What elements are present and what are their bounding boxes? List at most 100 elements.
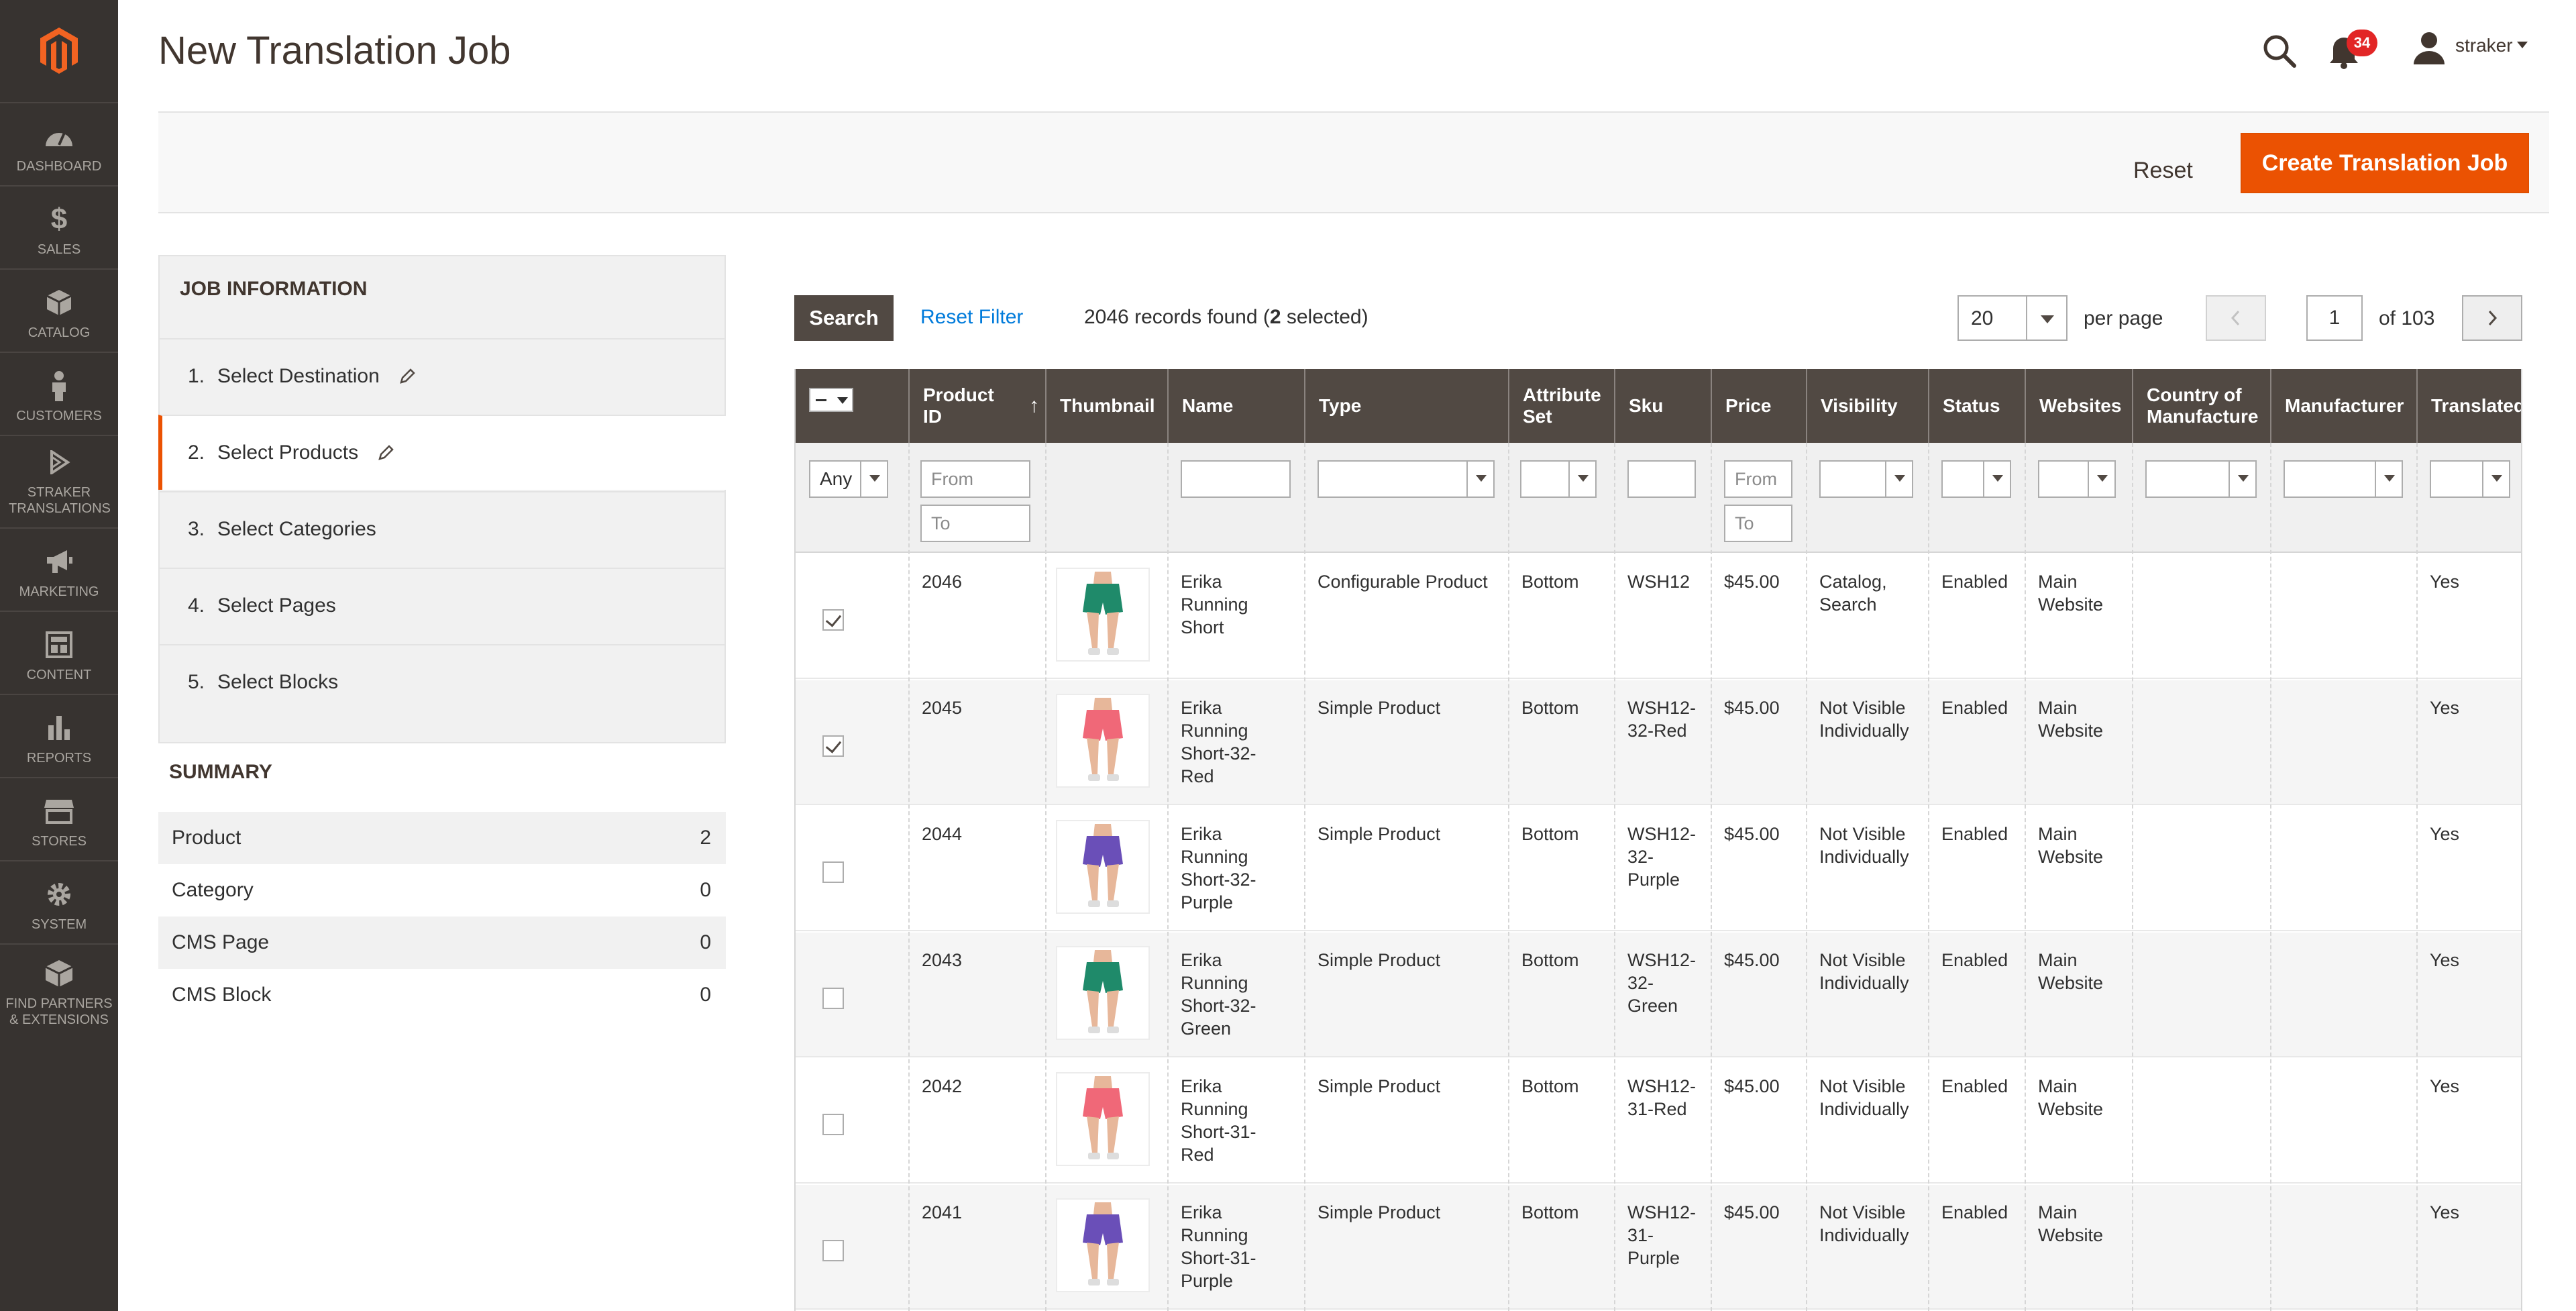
reset-button[interactable]: Reset — [2123, 150, 2204, 191]
nav-stores[interactable]: STORES — [0, 777, 118, 859]
summary-row-product: Product 2 — [158, 812, 726, 864]
nav-reports-label: REPORTS — [26, 751, 92, 766]
cell-sku: WSH12-31-Purple — [1627, 1202, 1697, 1268]
column-divider — [1508, 443, 1509, 1311]
step-select-categories[interactable]: 3. Select Categories — [158, 491, 726, 566]
cell-attribute-set: Bottom — [1521, 950, 1579, 970]
filter-country[interactable] — [2145, 460, 2257, 498]
table-row[interactable]: 2041 Erika Running Short-31-Purple Simple … — [796, 1185, 2521, 1310]
row-checkbox[interactable] — [822, 861, 844, 883]
column-divider — [2416, 443, 2418, 1311]
column-status[interactable]: Status — [1928, 369, 2025, 443]
cell-name: Erika Running Short-31-Purple — [1181, 1202, 1256, 1291]
notification-badge[interactable]: 34 — [2347, 30, 2377, 56]
row-checkbox[interactable] — [822, 609, 844, 631]
search-button[interactable]: Search — [794, 295, 894, 341]
filter-translated[interactable] — [2430, 460, 2510, 498]
create-translation-job-button[interactable]: Create Translation Job — [2241, 133, 2529, 193]
row-checkbox[interactable] — [822, 1114, 844, 1135]
nav-straker[interactable]: STRAKER TRANSLATIONS — [0, 435, 118, 526]
chevron-down-icon[interactable] — [2517, 42, 2528, 48]
column-type[interactable]: Type — [1304, 369, 1508, 443]
nav-reports[interactable]: REPORTS — [0, 694, 118, 776]
filter-visibility[interactable] — [1819, 460, 1913, 498]
pencil-icon[interactable] — [398, 368, 416, 385]
pencil-icon[interactable] — [377, 444, 394, 462]
cell-sku: WSH12-32-Purple — [1627, 824, 1697, 890]
chevron-left-icon — [2231, 310, 2240, 326]
table-row[interactable]: 2042 Erika Running Short-31-Red Simple Pro… — [796, 1059, 2521, 1184]
row-checkbox[interactable] — [822, 735, 844, 757]
cell-type: Simple Product — [1318, 1202, 1441, 1222]
column-country[interactable]: Country of Manufacture — [2132, 369, 2270, 443]
sort-arrow-up-icon[interactable]: ↑ — [1029, 395, 1039, 417]
column-label: Attribute Set — [1523, 384, 1601, 427]
table-row[interactable]: 2043 Erika Running Short-32-Green Simple P… — [796, 933, 2521, 1057]
filter-sku[interactable] — [1627, 460, 1696, 498]
chevron-down-icon — [1983, 462, 2010, 496]
summary-value: 0 — [700, 879, 711, 901]
filter-websites[interactable] — [2038, 460, 2116, 498]
per-page-divider — [2026, 297, 2027, 339]
nav-catalog[interactable]: CATALOG — [0, 268, 118, 350]
cell-type: Simple Product — [1318, 1076, 1441, 1096]
column-divider — [1928, 443, 1929, 1311]
nav-marketing[interactable]: MARKETING — [0, 527, 118, 609]
column-visibility[interactable]: Visibility — [1806, 369, 1928, 443]
search-icon[interactable] — [2261, 32, 2298, 70]
mass-select-dropdown[interactable] — [809, 388, 853, 412]
filter-id-to[interactable]: To — [920, 505, 1030, 542]
user-menu[interactable]: straker — [2455, 35, 2513, 56]
filter-name[interactable] — [1181, 460, 1291, 498]
cell-status: Enabled — [1941, 698, 2008, 718]
nav-find-partners[interactable]: FIND PARTNERS & EXTENSIONS — [0, 943, 118, 1037]
previous-page-button[interactable] — [2206, 295, 2266, 341]
filter-attribute-set[interactable] — [1520, 460, 1597, 498]
step-select-pages[interactable]: 4. Select Pages — [158, 568, 726, 643]
step-select-destination[interactable]: 1. Select Destination — [158, 338, 726, 413]
nav-content[interactable]: CONTENT — [0, 611, 118, 692]
column-label: Price — [1725, 395, 1772, 416]
column-name[interactable]: Name — [1167, 369, 1304, 443]
table-row[interactable]: 2046 Erika Running Short Configurable Prod… — [796, 554, 2521, 679]
column-translated[interactable]: Translated — [2416, 369, 2521, 443]
user-icon[interactable] — [2412, 31, 2446, 66]
step-select-products[interactable]: 2. Select Products — [158, 415, 726, 490]
column-price[interactable]: Price — [1711, 369, 1806, 443]
cell-price: $45.00 — [1724, 950, 1780, 970]
page-number-input[interactable] — [2306, 295, 2363, 341]
cell-status: Enabled — [1941, 1076, 2008, 1096]
column-websites[interactable]: Websites — [2025, 369, 2132, 443]
magento-logo[interactable] — [0, 0, 118, 101]
column-manufacturer[interactable]: Manufacturer — [2270, 369, 2416, 443]
reset-filter-link[interactable]: Reset Filter — [920, 306, 1023, 329]
filter-status[interactable] — [1941, 460, 2011, 498]
table-row[interactable]: 2045 Erika Running Short-32-Red Simple Pro… — [796, 680, 2521, 805]
filter-manufacturer[interactable] — [2284, 460, 2403, 498]
cell-visibility: Not Visible Individually — [1819, 698, 1909, 741]
filter-price-to[interactable]: To — [1724, 505, 1792, 542]
column-attribute-set[interactable]: Attribute Set — [1508, 369, 1614, 443]
cell-websites: Main Website — [2038, 824, 2104, 867]
product-thumbnail — [1056, 946, 1150, 1040]
step-number: 4. — [188, 594, 205, 617]
nav-system[interactable]: SYSTEM — [0, 860, 118, 942]
table-row[interactable]: 2044 Erika Running Short-32-Purple Simple … — [796, 806, 2521, 931]
row-checkbox[interactable] — [822, 988, 844, 1009]
row-checkbox[interactable] — [822, 1240, 844, 1261]
filter-price-from[interactable]: From — [1724, 460, 1792, 498]
chevron-down-icon[interactable] — [2041, 315, 2054, 323]
next-page-button[interactable] — [2462, 295, 2522, 341]
column-product-id[interactable]: Product ID ↑ — [908, 369, 1045, 443]
nav-sales[interactable]: $ SALES — [0, 185, 118, 267]
filter-id-from[interactable]: From — [920, 460, 1030, 498]
column-sku[interactable]: Sku — [1614, 369, 1711, 443]
nav-dashboard[interactable]: DASHBOARD — [0, 102, 118, 184]
cell-translated: Yes — [2430, 950, 2460, 970]
filter-select-any[interactable]: Any — [809, 460, 888, 498]
nav-customers[interactable]: CUSTOMERS — [0, 352, 118, 433]
filter-type[interactable] — [1318, 460, 1495, 498]
step-select-blocks[interactable]: 5. Select Blocks — [158, 644, 726, 719]
cell-type: Simple Product — [1318, 950, 1441, 970]
summary-label: CMS Block — [172, 984, 272, 1006]
